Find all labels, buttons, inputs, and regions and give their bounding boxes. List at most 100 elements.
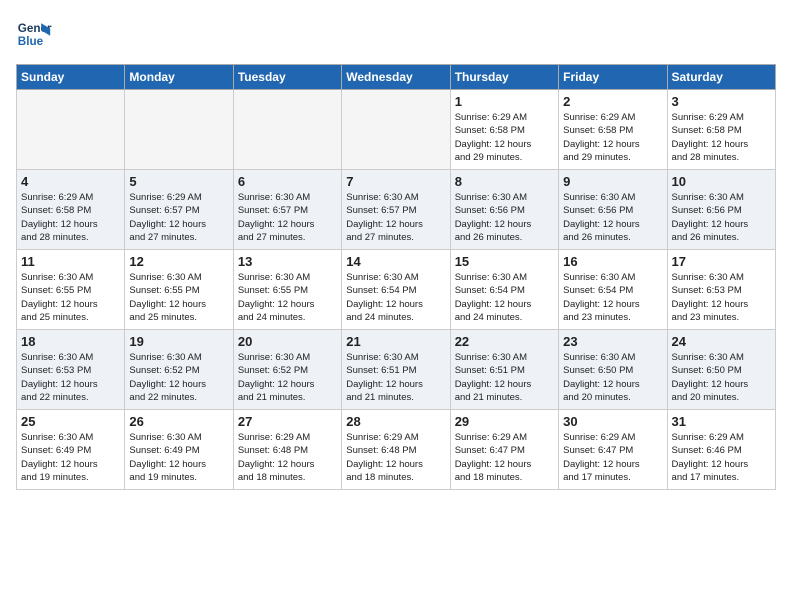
calendar-cell: 5 Sunrise: 6:29 AM Sunset: 6:57 PM Daylig… — [125, 170, 233, 250]
day-number: 5 — [129, 174, 228, 189]
calendar-cell: 15Sunrise: 6:30 AM Sunset: 6:54 PM Dayli… — [450, 250, 558, 330]
day-number: 4 — [21, 174, 120, 189]
day-info: Sunrise: 6:29 AM Sunset: 6:58 PM Dayligh… — [455, 111, 554, 164]
day-info: Sunrise: 6:29 AM Sunset: 6:58 PM Dayligh… — [21, 191, 120, 244]
day-number: 10 — [672, 174, 771, 189]
day-info: Sunrise: 6:30 AM Sunset: 6:55 PM Dayligh… — [238, 271, 337, 324]
day-number: 15 — [455, 254, 554, 269]
calendar-cell: 10 Sunrise: 6:30 AM Sunset: 6:56 PM Dayli… — [667, 170, 775, 250]
day-number: 26 — [129, 414, 228, 429]
day-number: 21 — [346, 334, 445, 349]
day-number: 16 — [563, 254, 662, 269]
calendar-cell: 30 Sunrise: 6:29 AM Sunset: 6:47 PM Dayli… — [559, 410, 667, 490]
day-info: Sunrise: 6:30 AM Sunset: 6:54 PM Dayligh… — [346, 271, 445, 324]
weekday-header: Sunday — [17, 65, 125, 90]
day-number: 27 — [238, 414, 337, 429]
day-info: Sunrise: 6:30 AM Sunset: 6:51 PM Dayligh… — [346, 351, 445, 404]
logo: General Blue — [16, 16, 56, 52]
calendar-week-row: 18 Sunrise: 6:30 AM Sunset: 6:53 PM Dayli… — [17, 330, 776, 410]
day-info: Sunrise: 6:30 AM Sunset: 6:50 PM Dayligh… — [672, 351, 771, 404]
calendar-week-row: 11 Sunrise: 6:30 AM Sunset: 6:55 PM Dayli… — [17, 250, 776, 330]
day-info: Sunrise: 6:30 AM Sunset: 6:56 PM Dayligh… — [672, 191, 771, 244]
day-info: Sunrise: 6:30 AM Sunset: 6:55 PM Dayligh… — [21, 271, 120, 324]
day-info: Sunrise: 6:29 AM Sunset: 6:46 PM Dayligh… — [672, 431, 771, 484]
page-header: General Blue — [16, 16, 776, 52]
calendar-week-row: 25 Sunrise: 6:30 AM Sunset: 6:49 PM Dayli… — [17, 410, 776, 490]
day-number: 18 — [21, 334, 120, 349]
weekday-header-row: SundayMondayTuesdayWednesdayThursdayFrid… — [17, 65, 776, 90]
calendar-cell: 2 Sunrise: 6:29 AM Sunset: 6:58 PM Daylig… — [559, 90, 667, 170]
day-info: Sunrise: 6:29 AM Sunset: 6:48 PM Dayligh… — [238, 431, 337, 484]
calendar-cell: 12 Sunrise: 6:30 AM Sunset: 6:55 PM Dayli… — [125, 250, 233, 330]
calendar-cell: 21 Sunrise: 6:30 AM Sunset: 6:51 PM Dayli… — [342, 330, 450, 410]
calendar-cell: 23 Sunrise: 6:30 AM Sunset: 6:50 PM Dayli… — [559, 330, 667, 410]
calendar-cell: 14 Sunrise: 6:30 AM Sunset: 6:54 PM Dayli… — [342, 250, 450, 330]
day-info: Sunrise: 6:30 AM Sunset: 6:56 PM Dayligh… — [563, 191, 662, 244]
day-number: 20 — [238, 334, 337, 349]
day-info: Sunrise: 6:30 AM Sunset: 6:52 PM Dayligh… — [129, 351, 228, 404]
calendar-cell — [233, 90, 341, 170]
calendar-cell: 7Sunrise: 6:30 AM Sunset: 6:57 PM Daylig… — [342, 170, 450, 250]
day-info: Sunrise: 6:29 AM Sunset: 6:47 PM Dayligh… — [563, 431, 662, 484]
day-number: 11 — [21, 254, 120, 269]
calendar-cell: 22 Sunrise: 6:30 AM Sunset: 6:51 PM Dayli… — [450, 330, 558, 410]
day-info: Sunrise: 6:30 AM Sunset: 6:55 PM Dayligh… — [129, 271, 228, 324]
weekday-header: Tuesday — [233, 65, 341, 90]
day-info: Sunrise: 6:29 AM Sunset: 6:47 PM Dayligh… — [455, 431, 554, 484]
calendar-cell: 25Sunrise: 6:30 AM Sunset: 6:49 PM Dayli… — [17, 410, 125, 490]
day-number: 13 — [238, 254, 337, 269]
svg-text:Blue: Blue — [18, 35, 44, 48]
weekday-header: Saturday — [667, 65, 775, 90]
day-info: Sunrise: 6:30 AM Sunset: 6:49 PM Dayligh… — [129, 431, 228, 484]
logo-icon: General Blue — [16, 16, 52, 52]
day-number: 23 — [563, 334, 662, 349]
calendar-cell — [125, 90, 233, 170]
calendar-cell: 16 Sunrise: 6:30 AM Sunset: 6:54 PM Dayli… — [559, 250, 667, 330]
weekday-header: Friday — [559, 65, 667, 90]
day-number: 14 — [346, 254, 445, 269]
day-number: 6 — [238, 174, 337, 189]
calendar-cell: 17 Sunrise: 6:30 AM Sunset: 6:53 PM Dayli… — [667, 250, 775, 330]
day-info: Sunrise: 6:30 AM Sunset: 6:57 PM Dayligh… — [238, 191, 337, 244]
day-number: 24 — [672, 334, 771, 349]
day-info: Sunrise: 6:30 AM Sunset: 6:53 PM Dayligh… — [672, 271, 771, 324]
day-info: Sunrise: 6:29 AM Sunset: 6:58 PM Dayligh… — [563, 111, 662, 164]
calendar-cell: 4 Sunrise: 6:29 AM Sunset: 6:58 PM Daylig… — [17, 170, 125, 250]
day-number: 29 — [455, 414, 554, 429]
day-number: 2 — [563, 94, 662, 109]
weekday-header: Monday — [125, 65, 233, 90]
calendar-cell: 20 Sunrise: 6:30 AM Sunset: 6:52 PM Dayli… — [233, 330, 341, 410]
calendar-cell: 1 Sunrise: 6:29 AM Sunset: 6:58 PM Daylig… — [450, 90, 558, 170]
day-info: Sunrise: 6:30 AM Sunset: 6:51 PM Dayligh… — [455, 351, 554, 404]
calendar-cell — [342, 90, 450, 170]
calendar-cell: 26 Sunrise: 6:30 AM Sunset: 6:49 PM Dayli… — [125, 410, 233, 490]
calendar-cell: 19Sunrise: 6:30 AM Sunset: 6:52 PM Dayli… — [125, 330, 233, 410]
calendar-week-row: 4 Sunrise: 6:29 AM Sunset: 6:58 PM Daylig… — [17, 170, 776, 250]
calendar-table: SundayMondayTuesdayWednesdayThursdayFrid… — [16, 64, 776, 490]
day-number: 31 — [672, 414, 771, 429]
day-info: Sunrise: 6:30 AM Sunset: 6:52 PM Dayligh… — [238, 351, 337, 404]
day-number: 12 — [129, 254, 228, 269]
calendar-week-row: 1 Sunrise: 6:29 AM Sunset: 6:58 PM Daylig… — [17, 90, 776, 170]
day-number: 3 — [672, 94, 771, 109]
day-number: 22 — [455, 334, 554, 349]
day-info: Sunrise: 6:30 AM Sunset: 6:54 PM Dayligh… — [563, 271, 662, 324]
day-number: 17 — [672, 254, 771, 269]
calendar-cell: 27 Sunrise: 6:29 AM Sunset: 6:48 PM Dayli… — [233, 410, 341, 490]
day-info: Sunrise: 6:30 AM Sunset: 6:56 PM Dayligh… — [455, 191, 554, 244]
calendar-cell: 9Sunrise: 6:30 AM Sunset: 6:56 PM Daylig… — [559, 170, 667, 250]
day-number: 1 — [455, 94, 554, 109]
calendar-cell: 8Sunrise: 6:30 AM Sunset: 6:56 PM Daylig… — [450, 170, 558, 250]
weekday-header: Thursday — [450, 65, 558, 90]
day-number: 30 — [563, 414, 662, 429]
day-number: 25 — [21, 414, 120, 429]
day-info: Sunrise: 6:30 AM Sunset: 6:50 PM Dayligh… — [563, 351, 662, 404]
day-info: Sunrise: 6:30 AM Sunset: 6:53 PM Dayligh… — [21, 351, 120, 404]
calendar-cell: 13 Sunrise: 6:30 AM Sunset: 6:55 PM Dayli… — [233, 250, 341, 330]
day-info: Sunrise: 6:29 AM Sunset: 6:58 PM Dayligh… — [672, 111, 771, 164]
day-number: 7 — [346, 174, 445, 189]
calendar-cell: 11 Sunrise: 6:30 AM Sunset: 6:55 PM Dayli… — [17, 250, 125, 330]
day-info: Sunrise: 6:29 AM Sunset: 6:57 PM Dayligh… — [129, 191, 228, 244]
calendar-cell: 18 Sunrise: 6:30 AM Sunset: 6:53 PM Dayli… — [17, 330, 125, 410]
calendar-cell: 28Sunrise: 6:29 AM Sunset: 6:48 PM Dayli… — [342, 410, 450, 490]
